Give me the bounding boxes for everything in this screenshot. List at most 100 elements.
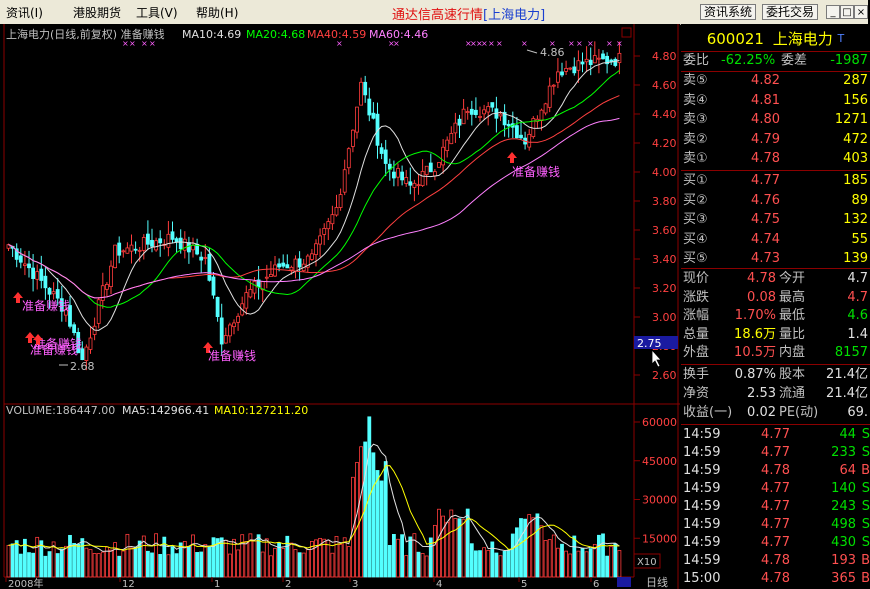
ask-price: 4.78 [751,151,780,166]
menu-hk-futures[interactable]: 港股期货 [73,4,121,21]
volume-bar [396,538,400,578]
candle-body [227,324,232,337]
diff-value: -1987 [830,53,868,68]
stat-label: 量比 [779,326,806,342]
volume-bar [76,543,81,578]
volume-bar [244,541,249,578]
ask-label: 卖② [683,131,708,147]
stat-value: 21.4亿 [826,386,868,401]
minimize-button[interactable]: _ [826,5,840,19]
candle-body [359,81,364,106]
ask-row: 卖② 4.79 472 [681,131,870,149]
candle-body [248,289,253,298]
volume-bar [568,553,573,578]
stat-value: 69. [847,405,868,420]
volume-bar [588,548,593,578]
stat-row: 涨幅 1.70% 最低 4.6 [681,307,870,325]
volume-bar [556,547,560,578]
stat-row: 总量 18.6万 量比 1.4 [681,326,870,344]
close-button[interactable]: × [854,5,868,19]
period-label[interactable]: 日线 [646,575,668,589]
tick-price: 4.77 [761,481,790,496]
candle-body [150,239,154,247]
candle-body [285,264,290,269]
volume-bar [88,549,93,578]
volume-bar [584,551,589,578]
trade-button[interactable]: 委托交易 [762,4,819,20]
candle-body [326,221,331,230]
stat-value: 0.08 [747,289,776,305]
candle-body [424,165,429,175]
candle-body [564,68,568,72]
stat-label: 涨跌 [683,289,710,305]
candle-body [428,162,433,173]
menu-bar: 资讯(I) 港股期货 工具(V) 帮助(H) 通达信高速行情[上海电力] 资讯系… [0,0,868,25]
candle-body [244,292,249,309]
price-tick-label: 3.60 [652,224,677,237]
candle-body [289,266,294,271]
ask-price: 4.79 [751,131,780,147]
ask-label: 卖① [683,151,708,166]
volume-bar [506,549,511,578]
tick-time: 14:59 [683,463,721,478]
tick-row: 14:59 4.77 233 S [681,444,870,462]
stat-label: 收益(一) [683,405,733,420]
candle-body [367,98,372,116]
volume-bar [232,538,236,578]
maximize-button[interactable]: □ [840,5,854,19]
stat-value: 4.7 [847,289,868,305]
candle-body [482,109,487,115]
candle-body [383,149,388,164]
volume-bar [35,536,40,578]
candle-body [400,171,405,181]
volume-bar [125,533,130,578]
volume-bar [375,470,380,578]
volume-bar [391,534,396,578]
tick-direction: B [861,463,870,478]
volume-bar [133,546,138,578]
volume-bar [609,546,614,578]
volume-bar [334,536,339,578]
candle-body [72,324,76,334]
scroll-handle[interactable] [617,577,631,587]
volume-ma5-label: MA5:142966.41 [122,404,209,417]
volume-bar [338,544,343,578]
info-t-icon[interactable]: T [838,32,845,45]
date-label: 4 [436,579,442,589]
candle-body [318,235,323,245]
menu-info[interactable]: 资讯(I) [6,4,43,21]
candle-body [22,263,27,266]
candle-body [547,85,552,108]
volume-tick-label: 60000 [642,416,677,429]
volume-bar [346,546,351,578]
tick-row: 14:59 4.77 140 S [681,480,870,498]
volume-bar [301,552,306,578]
tick-direction: B [861,571,870,586]
menu-tools[interactable]: 工具(V) [136,4,178,21]
kline-chart[interactable]: 4.80 4.60 4.40 4.20 4.00 3.80 3.60 3.40 3.20 3.00… [0,24,680,589]
candle-body [445,139,450,151]
stat-row: 净资 2.53 流通 21.4亿 [681,385,870,403]
menu-help[interactable]: 帮助(H) [196,4,238,21]
stat-label: 涨幅 [683,308,710,323]
candle-body [519,134,523,139]
volume-bar [10,543,15,578]
candle-body [39,268,44,281]
volume-bar [203,544,208,578]
candle-body [449,133,454,145]
volume-bar [59,548,64,578]
candle-body [215,296,220,317]
volume-bar [289,542,294,578]
volume-bar [326,539,331,578]
volume-tick-label: 15000 [642,532,677,545]
candle-body [268,273,273,277]
volume-bar [420,553,425,578]
candle-body [465,111,470,113]
ask-row: 卖③ 4.80 1271 [681,111,870,129]
info-system-button[interactable]: 资讯系统 [700,4,757,20]
candle-body [166,233,171,248]
volume-bar [72,543,76,578]
date-label: 5 [521,579,527,589]
volume-bar [27,552,31,578]
bid-row: 买⑤ 4.73 139 [681,250,870,268]
